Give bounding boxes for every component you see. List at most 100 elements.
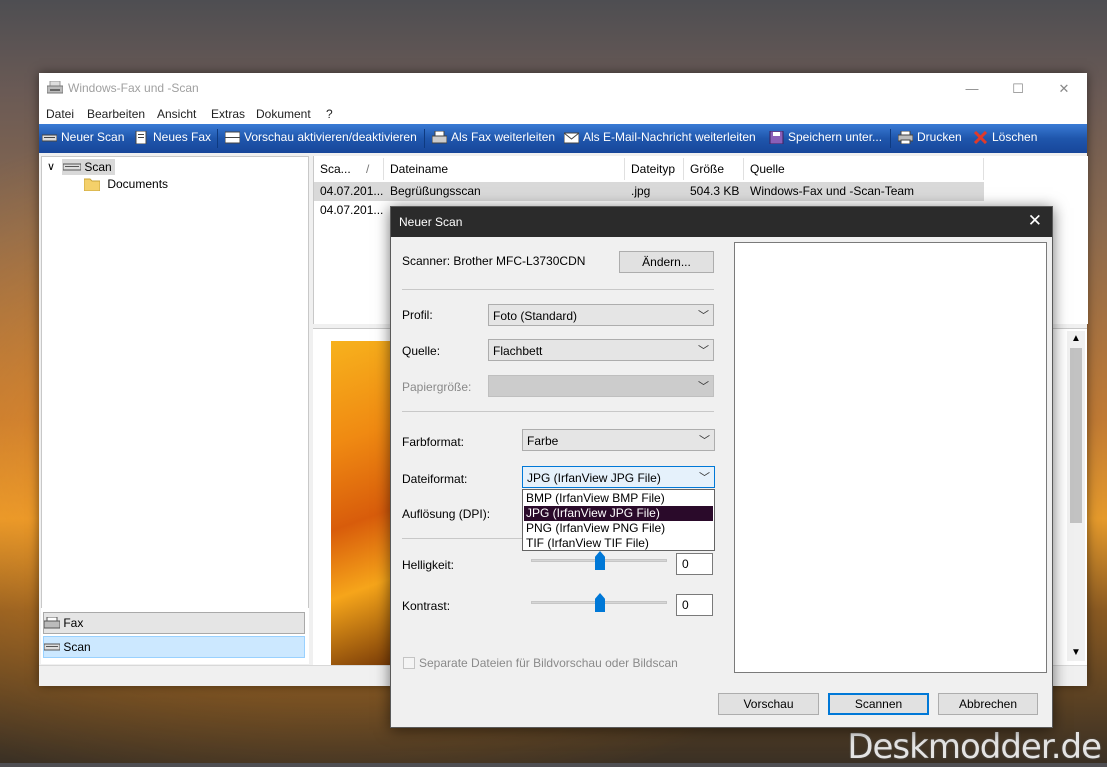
paper-size-label: Papiergröße: (402, 380, 472, 394)
new-fax-button[interactable]: Neues Fax (134, 130, 211, 144)
change-scanner-button[interactable]: Ändern... (619, 251, 714, 273)
save-as-button[interactable]: Speichern unter... (769, 130, 882, 144)
separate-files-checkbox[interactable] (403, 657, 415, 669)
file-format-dropdown: BMP (IrfanView BMP File) JPG (IrfanView … (522, 489, 715, 551)
brightness-input[interactable]: 0 (676, 553, 713, 575)
scanner-label: Scanner: Brother MFC-L3730CDN (402, 254, 586, 268)
divider (402, 289, 714, 290)
profile-value: Foto (Standard) (493, 309, 578, 323)
fax-icon (432, 130, 447, 143)
cell-date: 04.07.201... (320, 203, 384, 217)
source-label: Quelle: (402, 344, 441, 358)
scanner-icon (62, 163, 82, 171)
menu-help[interactable]: ? (326, 107, 333, 121)
maximize-button[interactable]: ☐ (995, 73, 1041, 104)
delete-button[interactable]: Löschen (973, 130, 1037, 144)
navigation-pane: Fax Scan (41, 608, 309, 664)
toolbar-separator (890, 129, 891, 148)
preview-pane-icon (225, 131, 240, 143)
dropdown-option-png[interactable]: PNG (IrfanView PNG File) (524, 521, 713, 536)
nav-fax-button[interactable]: Fax (43, 612, 305, 634)
minimize-button[interactable]: — (949, 73, 995, 104)
resolution-label: Auflösung (DPI): (402, 507, 491, 521)
menu-bearbeiten[interactable]: Bearbeiten (87, 107, 145, 121)
toolbar-separator (217, 129, 218, 148)
chevron-down-icon: ﹀ (698, 381, 709, 393)
fax-app-icon (47, 81, 63, 94)
dropdown-option-tif[interactable]: TIF (IrfanView TIF File) (524, 536, 713, 551)
menu-bar: Datei Bearbeiten Ansicht Extras Dokument… (39, 104, 1087, 124)
flower-photo-preview (331, 341, 391, 665)
chevron-down-icon: ﹀ (699, 472, 710, 484)
column-header-label: Sca... (320, 162, 351, 176)
dropdown-option-bmp[interactable]: BMP (IrfanView BMP File) (524, 491, 713, 506)
new-fax-label: Neues Fax (153, 130, 212, 144)
color-format-select[interactable]: Farbe ﹀ (522, 429, 715, 451)
profile-select[interactable]: Foto (Standard) ﹀ (488, 304, 714, 326)
scanner-icon (42, 134, 57, 141)
tree-item-label: Documents (107, 177, 169, 191)
paper-size-select[interactable]: ﹀ (488, 375, 714, 397)
cancel-button[interactable]: Abbrechen (938, 693, 1038, 715)
save-disk-icon (769, 130, 784, 144)
preview-scrollbar[interactable]: ▲ ▼ (1067, 331, 1085, 661)
color-format-label: Farbformat: (402, 435, 465, 449)
nav-scan-button[interactable]: Scan (43, 636, 305, 658)
close-button[interactable]: ✕ (1041, 73, 1087, 104)
file-format-value: JPG (IrfanView JPG File) (527, 471, 661, 485)
column-header-filename[interactable]: Dateiname (384, 158, 625, 180)
column-header-filetype[interactable]: Dateityp (625, 158, 684, 180)
column-header-source[interactable]: Quelle (744, 158, 984, 180)
source-value: Flachbett (493, 344, 543, 358)
scrollbar-thumb[interactable] (1070, 348, 1082, 523)
menu-dokument[interactable]: Dokument (256, 107, 311, 121)
cell-size: 504.3 KB (690, 184, 740, 198)
save-as-label: Speichern unter... (788, 130, 883, 144)
dialog-close-button[interactable]: ✕ (1028, 211, 1042, 231)
cell-date: 04.07.201... (320, 184, 384, 198)
fax-icon (43, 616, 61, 629)
file-format-label: Dateiformat: (402, 472, 468, 486)
divider (402, 538, 522, 539)
menu-datei[interactable]: Datei (46, 107, 74, 121)
divider (402, 411, 714, 412)
scan-button[interactable]: Scannen (828, 693, 929, 715)
tree-expander-icon[interactable]: ∨ (47, 160, 55, 173)
menu-ansicht[interactable]: Ansicht (157, 107, 196, 121)
source-select[interactable]: Flachbett ﹀ (488, 339, 714, 361)
brightness-slider[interactable] (531, 551, 671, 571)
file-format-select[interactable]: JPG (IrfanView JPG File) ﹀ (522, 466, 715, 488)
chevron-down-icon: ﹀ (698, 310, 709, 322)
email-icon (564, 132, 579, 143)
contrast-slider[interactable] (531, 593, 671, 613)
column-header-size[interactable]: Größe (684, 158, 744, 180)
scroll-down-icon[interactable]: ▼ (1071, 647, 1081, 658)
print-button[interactable]: Drucken (898, 130, 962, 144)
menu-extras[interactable]: Extras (211, 107, 245, 121)
table-row[interactable]: 04.07.201... Begrüßungsscan .jpg 504.3 K… (314, 182, 984, 201)
tree-item-scan[interactable]: Scan (62, 159, 115, 175)
scroll-up-icon[interactable]: ▲ (1071, 333, 1081, 344)
forward-fax-label: Als Fax weiterleiten (451, 130, 556, 144)
folder-icon (83, 178, 101, 192)
new-scan-dialog: Neuer Scan ✕ Scanner: Brother MFC-L3730C… (390, 206, 1053, 728)
title-bar: Windows-Fax und -Scan — ☐ ✕ (39, 73, 1087, 104)
forward-email-button[interactable]: Als E-Mail-Nachricht weiterleiten (564, 130, 756, 144)
contrast-input[interactable]: 0 (676, 594, 713, 616)
chevron-down-icon: ﹀ (699, 435, 710, 447)
preview-toggle-label: Vorschau aktivieren/deaktivieren (244, 130, 417, 144)
forward-fax-button[interactable]: Als Fax weiterleiten (432, 130, 555, 144)
dropdown-option-jpg[interactable]: JPG (IrfanView JPG File) (524, 506, 713, 521)
nav-scan-label: Scan (63, 640, 91, 654)
preview-toggle-button[interactable]: Vorschau aktivieren/deaktivieren (225, 130, 417, 144)
tree-item-documents[interactable]: Documents (83, 177, 169, 192)
column-header-scan-date[interactable]: Sca... / (314, 158, 384, 180)
slider-thumb[interactable] (595, 551, 605, 570)
watermark: Deskmodder.de (847, 727, 1102, 767)
new-document-icon (135, 130, 147, 144)
preview-button[interactable]: Vorschau (718, 693, 819, 715)
slider-thumb[interactable] (595, 593, 605, 612)
new-scan-button[interactable]: Neuer Scan (42, 130, 124, 144)
contrast-label: Kontrast: (402, 599, 451, 613)
dialog-title: Neuer Scan (399, 215, 463, 229)
